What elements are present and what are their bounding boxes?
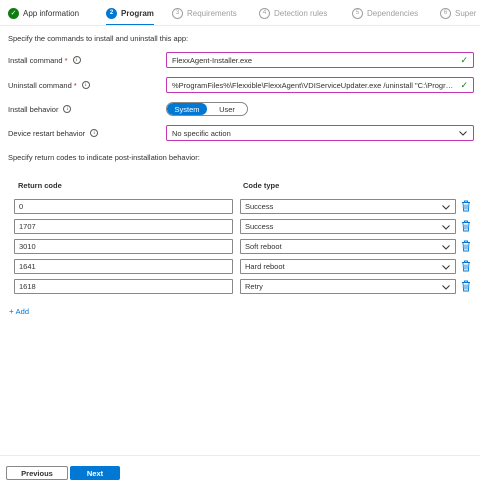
step-detection-rules[interactable]: 4 Detection rules (259, 6, 327, 20)
chevron-down-icon (442, 284, 450, 290)
step-number: 6 (440, 7, 451, 19)
code-type-select[interactable]: Success (240, 199, 456, 214)
previous-button[interactable]: Previous (6, 466, 68, 480)
step-label: App information (23, 8, 80, 18)
wizard-footer: Previous Next (0, 455, 480, 486)
step-label: Detection rules (274, 8, 328, 18)
step-app-information[interactable]: ✓ App information (8, 6, 79, 20)
install-behavior-label: Install behavior i (8, 102, 72, 116)
return-code-input[interactable]: 1707 (14, 219, 233, 234)
chevron-down-icon (442, 204, 450, 210)
code-type-select[interactable]: Retry (240, 279, 456, 294)
info-icon[interactable]: i (72, 56, 81, 64)
step-program[interactable]: 2 Program (106, 6, 154, 25)
uninstall-command-label: Uninstall command * i (8, 78, 90, 92)
form-intro: Specify the commands to install and unin… (8, 34, 189, 43)
checkmark-icon: ✓ (460, 54, 468, 65)
trash-icon[interactable] (461, 220, 471, 232)
add-return-code-link[interactable]: + Add (9, 307, 29, 316)
plus-icon: + (9, 307, 14, 316)
checkmark-icon: ✓ (460, 79, 468, 90)
step-label: Requirements (187, 8, 237, 18)
required-mark: * (64, 55, 68, 65)
trash-icon[interactable] (461, 260, 471, 272)
info-icon[interactable]: i (63, 105, 72, 113)
chevron-down-icon (442, 224, 450, 230)
return-code-input[interactable]: 3010 (14, 239, 233, 254)
checkmark-icon: ✓ (8, 7, 19, 19)
return-codes-intro: Specify return codes to indicate post-in… (8, 153, 200, 162)
trash-icon[interactable] (461, 200, 471, 212)
chevron-down-icon (442, 264, 450, 270)
return-code-input[interactable]: 1618 (14, 279, 233, 294)
code-type-select[interactable]: Success (240, 219, 456, 234)
device-restart-select[interactable]: No specific action (166, 125, 474, 141)
info-icon[interactable]: i (81, 81, 90, 89)
install-command-input[interactable]: FlexxAgent-Installer.exe ✓ (166, 52, 474, 68)
toggle-option-user[interactable]: User (207, 103, 247, 115)
step-label: Dependencies (367, 8, 419, 18)
step-supersedence[interactable]: 6 Super (440, 6, 476, 20)
step-label: Program (121, 8, 154, 18)
chevron-down-icon (442, 244, 450, 250)
step-number: 2 (106, 7, 117, 19)
return-code-input[interactable]: 0 (14, 199, 233, 214)
next-button[interactable]: Next (70, 466, 120, 480)
step-dependencies[interactable]: 5 Dependencies (352, 6, 418, 20)
toggle-option-system[interactable]: System (167, 103, 207, 115)
step-number: 4 (259, 7, 270, 19)
uninstall-command-input[interactable]: %ProgramFiles%\Flexxible\FlexxAgent\VDIS… (166, 77, 474, 93)
chevron-down-icon (459, 131, 467, 136)
column-header-return-code: Return code (18, 181, 62, 190)
step-number: 5 (352, 7, 363, 19)
required-mark: * (73, 80, 77, 90)
wizard-steps: ✓ App information 2 Program 3 Requiremen… (0, 0, 480, 26)
install-command-label: Install command * i (8, 53, 81, 67)
step-requirements[interactable]: 3 Requirements (172, 6, 237, 20)
step-label: Super (455, 8, 477, 18)
info-icon[interactable]: i (90, 129, 99, 137)
return-code-input[interactable]: 1641 (14, 259, 233, 274)
trash-icon[interactable] (461, 240, 471, 252)
code-type-select[interactable]: Hard reboot (240, 259, 456, 274)
step-number: 3 (172, 7, 183, 19)
install-behavior-toggle[interactable]: System User (166, 102, 248, 116)
column-header-code-type: Code type (243, 181, 280, 190)
trash-icon[interactable] (461, 280, 471, 292)
device-restart-label: Device restart behavior i (8, 126, 99, 140)
code-type-select[interactable]: Soft reboot (240, 239, 456, 254)
